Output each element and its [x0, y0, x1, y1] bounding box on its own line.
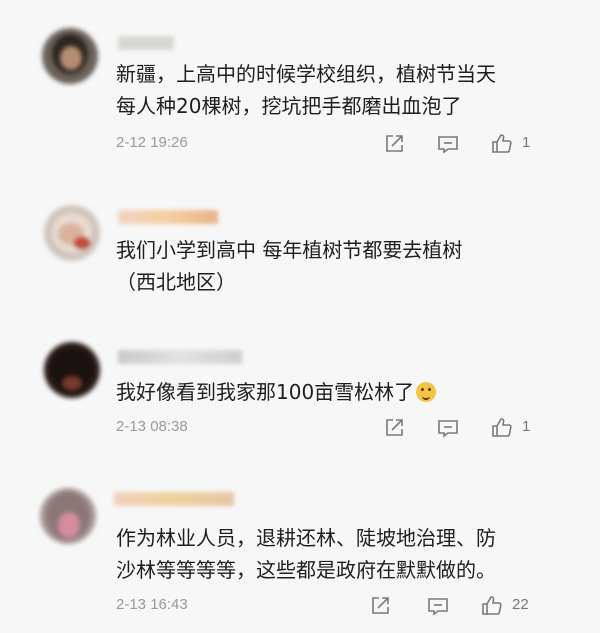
like-count: 22: [512, 596, 529, 613]
comment-time: 2-13 08:38: [116, 418, 188, 435]
comment-icon[interactable]: [426, 594, 450, 618]
username[interactable]: [118, 210, 218, 224]
avatar[interactable]: [40, 488, 96, 544]
comment-meta: 2-13 08:38 1: [116, 416, 596, 442]
comment-text: 新疆，上高中的时候学校组织，植树节当天 每人种20棵树，挖坑把手都磨出血泡了: [116, 62, 496, 118]
comment-icon[interactable]: [436, 416, 460, 440]
username[interactable]: [118, 36, 174, 50]
like-count: 1: [522, 418, 531, 435]
thumbs-up-icon[interactable]: [490, 416, 514, 440]
avatar[interactable]: [42, 28, 98, 84]
comment-time: 2-12 19:26: [116, 134, 188, 151]
thumbs-up-icon[interactable]: [490, 132, 514, 156]
emoji-icon: [416, 382, 437, 402]
comment-time: 2-13 16:43: [116, 596, 188, 613]
comment-text: 我好像看到我家那100亩雪松林了: [116, 376, 437, 408]
avatar[interactable]: [44, 205, 100, 261]
share-icon[interactable]: [368, 594, 392, 618]
comment-icon[interactable]: [436, 132, 460, 156]
comment-meta: 2-12 19:26 1: [116, 132, 596, 158]
thumbs-up-icon[interactable]: [480, 594, 504, 618]
username[interactable]: [114, 492, 234, 506]
share-icon[interactable]: [382, 416, 406, 440]
comment-text: 我们小学到高中 每年植树节都要去植树 （西北地区）: [116, 238, 463, 294]
comment-text: 作为林业人员，退耕还林、陡坡地治理、防 沙林等等等等，这些都是政府在默默做的。: [116, 526, 496, 582]
avatar[interactable]: [44, 342, 100, 398]
like-count: 1: [522, 134, 531, 151]
username[interactable]: [118, 350, 242, 364]
share-icon[interactable]: [382, 132, 406, 156]
comment-meta: 2-13 16:43 22: [116, 594, 596, 620]
